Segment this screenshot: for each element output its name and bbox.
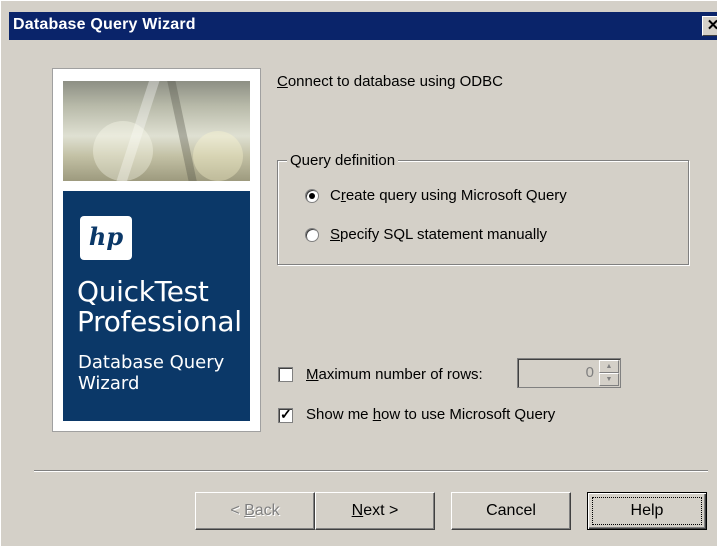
product-name-line1: QuickTest [77, 275, 209, 308]
spin-down-icon[interactable]: ▼ [599, 373, 619, 386]
help-button-label: Help [592, 497, 702, 525]
max-rows-checkbox[interactable] [278, 367, 293, 382]
query-definition-group [277, 160, 689, 265]
back-button[interactable]: < Back [195, 492, 315, 530]
checkmark-icon: ✓ [280, 406, 292, 422]
max-rows-stepper[interactable]: 0 ▲ ▼ [517, 358, 621, 388]
max-rows-value: 0 [585, 364, 594, 381]
window-title: Database Query Wizard [13, 16, 196, 33]
specify-sql-radio[interactable] [305, 228, 319, 242]
radio-selected-dot [309, 193, 315, 199]
specify-sql-label[interactable]: Specify SQL statement manually [330, 226, 547, 243]
connection-type-label: Connect to database using ODBC [277, 73, 503, 90]
cancel-button[interactable]: Cancel [451, 492, 571, 530]
next-button[interactable]: Next > [315, 492, 435, 530]
wizard-name-line1: Database Query [78, 352, 225, 373]
spin-up-icon[interactable]: ▲ [599, 360, 619, 373]
show-me-checkbox[interactable]: ✓ [278, 406, 293, 423]
show-me-label[interactable]: Show me how to use Microsoft Query [306, 406, 555, 423]
title-bar[interactable]: Database Query Wizard ✕ [9, 12, 717, 40]
product-name-line2: Professional [77, 305, 242, 338]
query-definition-label: Query definition [287, 152, 399, 169]
product-branding: hp QuickTest Professional Database Query… [63, 191, 250, 421]
wizard-banner: hp QuickTest Professional Database Query… [52, 68, 261, 432]
create-query-radio[interactable] [305, 189, 319, 203]
help-button[interactable]: Help [587, 492, 707, 530]
lab-glassware-image [63, 81, 250, 181]
hp-logo-icon: hp [80, 216, 132, 260]
max-rows-label[interactable]: Maximum number of rows: [306, 366, 483, 383]
create-query-label[interactable]: Create query using Microsoft Query [330, 187, 567, 204]
wizard-window: Database Query Wizard ✕ hp QuickTest Pro… [0, 0, 717, 546]
button-separator [34, 470, 708, 472]
close-icon[interactable]: ✕ [702, 16, 717, 36]
wizard-name-line2: Wizard [78, 373, 140, 394]
